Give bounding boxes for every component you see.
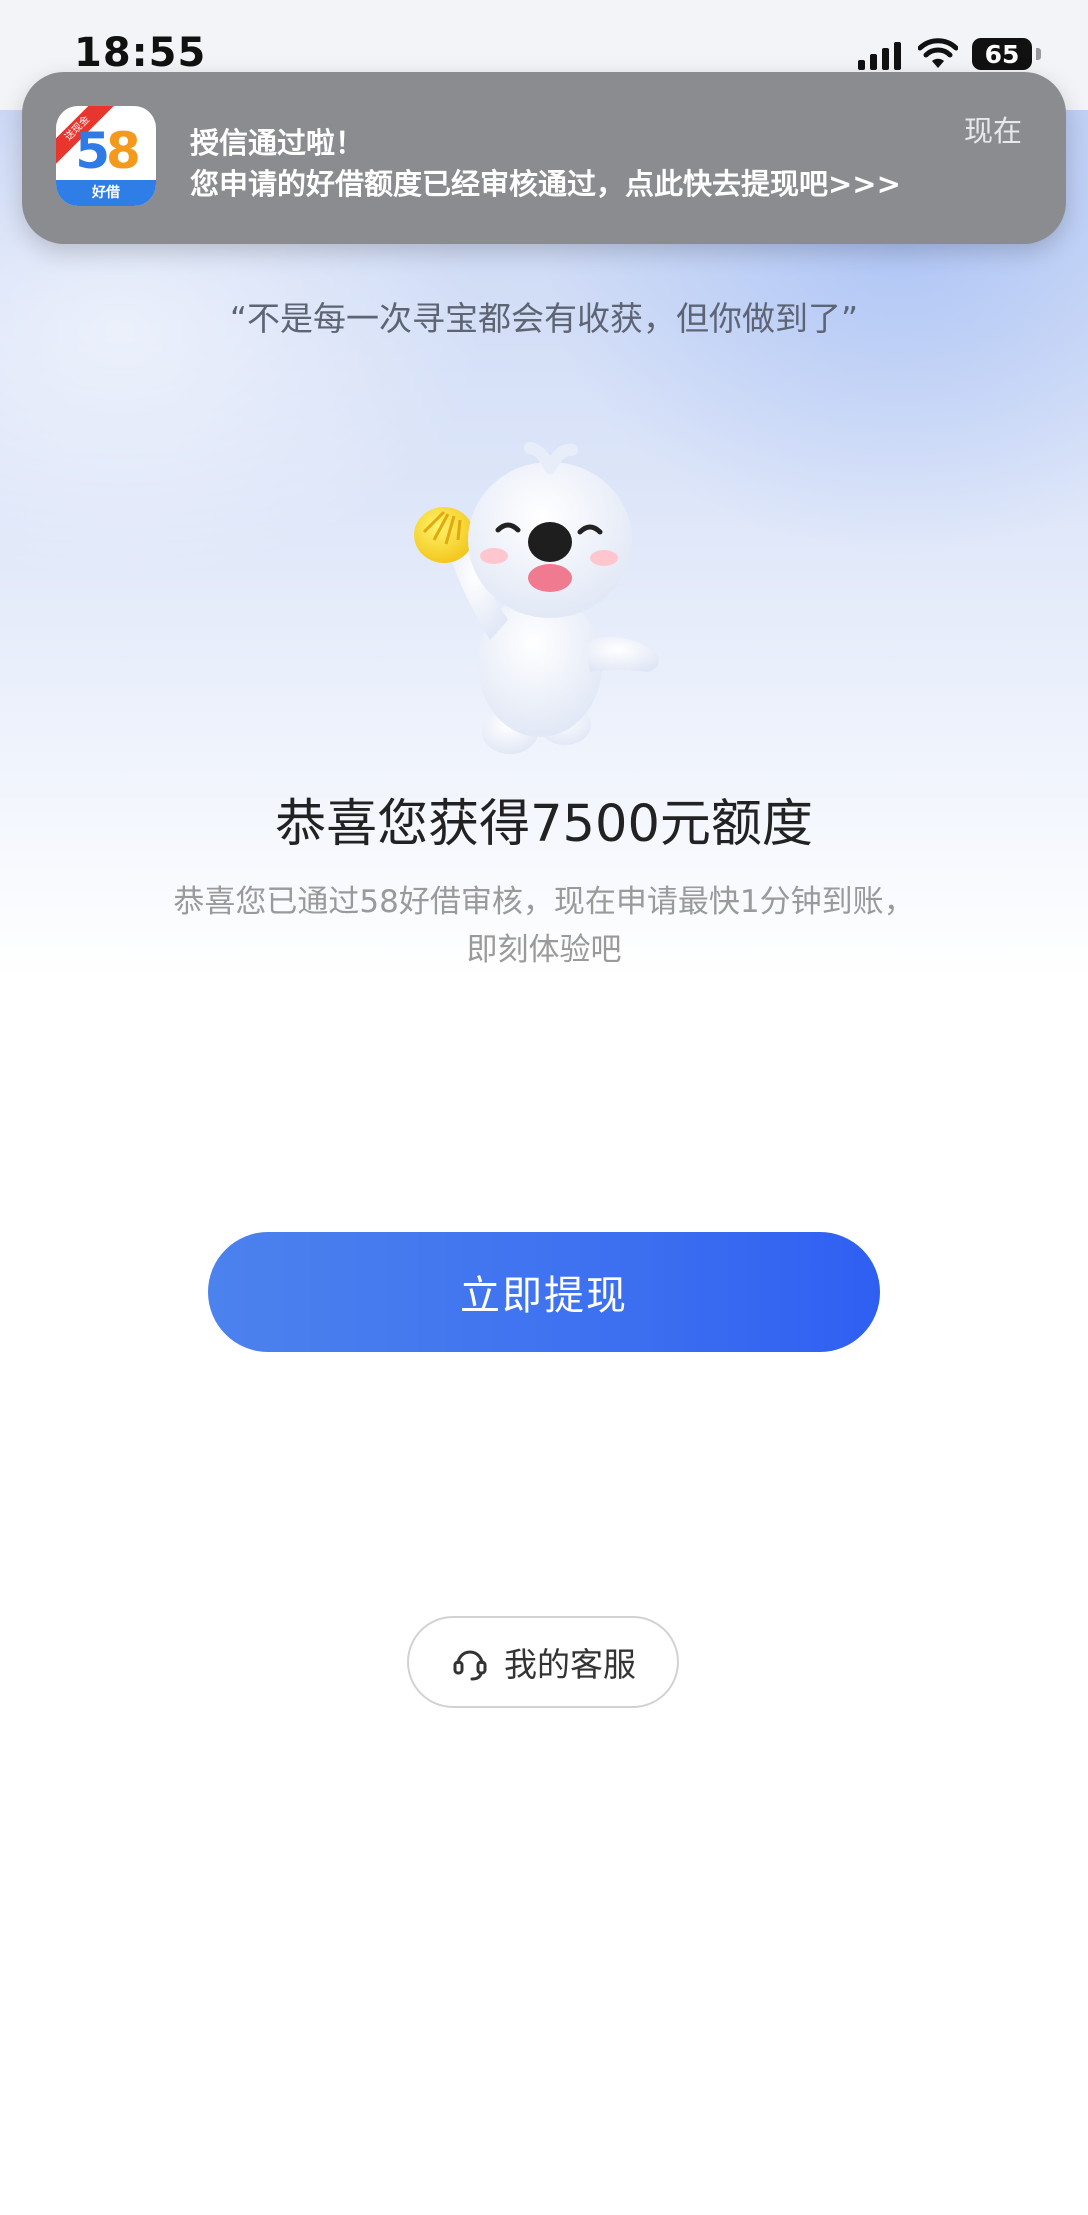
subtext: 恭喜您已通过58好借审核，现在申请最快1分钟到账， 即刻体验吧 — [120, 878, 968, 974]
notification-time: 现在 — [963, 114, 1022, 148]
withdraw-now-button[interactable]: 立即提现 — [208, 1232, 880, 1352]
push-notification[interactable]: 送现金 58 好借 授信通过啦！ 您申请的好借额度已经审核通过，点此快去提现吧>… — [22, 72, 1066, 244]
app-icon-digit-8: 8 — [106, 122, 141, 180]
cellular-signal-icon — [858, 42, 901, 70]
notification-title: 授信通过啦！ — [190, 126, 365, 160]
headset-icon — [453, 1650, 487, 1681]
app-icon-digit-5: 5 — [75, 122, 110, 180]
battery-icon: 65 — [972, 38, 1032, 70]
status-time: 18:55 — [74, 30, 207, 76]
quote-text: “不是每一次寻宝都会有收获，但你做到了” — [229, 299, 859, 338]
mascot-illustration — [414, 442, 659, 754]
battery-tip — [1036, 48, 1041, 60]
wifi-icon — [918, 38, 958, 68]
customer-service-label: 我的客服 — [504, 1645, 636, 1684]
notification-body: 您申请的好借额度已经审核通过，点此快去提现吧>>> — [190, 167, 901, 201]
headline: 恭喜您获得7500元额度 — [275, 795, 813, 854]
app-icon: 送现金 58 好借 — [56, 106, 156, 206]
customer-service-button[interactable]: 我的客服 — [407, 1616, 679, 1708]
subtext-line-1: 恭喜您已通过58好借审核，现在申请最快1分钟到账， — [173, 884, 915, 920]
app-icon-logo: 58 — [56, 122, 156, 180]
subtext-line-2: 即刻体验吧 — [466, 932, 622, 968]
app-icon-label: 好借 — [56, 180, 156, 206]
